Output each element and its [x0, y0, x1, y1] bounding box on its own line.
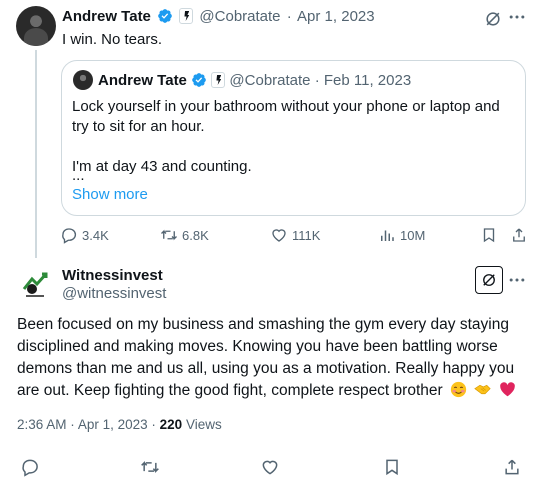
- verified-badge-icon[interactable]: [157, 8, 173, 24]
- like-button[interactable]: 111K: [270, 226, 320, 244]
- verified-badge-icon: [192, 73, 206, 87]
- smiling-face-emoji: [450, 381, 467, 398]
- views-icon: [381, 230, 394, 241]
- share-icon: [505, 459, 519, 475]
- like-icon: [272, 229, 286, 242]
- tweet-text: I win. No tears.: [62, 31, 163, 48]
- views-button[interactable]: 10M: [378, 226, 425, 244]
- witnessinvest-logo: [22, 272, 48, 297]
- quoted-author-handle: @Cobratate: [229, 72, 311, 89]
- bookmark-icon: [386, 459, 398, 476]
- reply-author-avatar[interactable]: [18, 267, 52, 301]
- views-label: Views: [185, 417, 222, 432]
- more-icon[interactable]: [507, 270, 527, 290]
- grok-icon[interactable]: [483, 9, 503, 29]
- reply-author-name[interactable]: Witnessinvest: [62, 267, 163, 284]
- reply-button[interactable]: [20, 457, 40, 477]
- reply-button[interactable]: 3.4K: [60, 226, 109, 244]
- reply-text-container: Been focused on my business and smashing…: [17, 314, 527, 402]
- reply-icon: [22, 459, 38, 477]
- reply-icon: [62, 228, 77, 244]
- like-button[interactable]: [260, 457, 280, 477]
- header-separator: ·: [314, 72, 320, 89]
- affiliate-badge-icon[interactable]: [179, 8, 194, 24]
- reply-meta: 2:36 AM · Apr 1, 2023 · 220 Views: [17, 417, 222, 432]
- header-separator: ·: [286, 8, 292, 25]
- repost-icon: [161, 229, 177, 241]
- quoted-text-paragraph-2: I'm at day 43 and counting.: [72, 158, 252, 175]
- repost-button[interactable]: 6.8K: [160, 226, 209, 244]
- affiliate-badge-icon: [211, 72, 226, 88]
- reply-action-bar: [20, 457, 525, 479]
- bookmark-icon: [483, 228, 495, 243]
- repost-button[interactable]: [140, 457, 160, 477]
- share-button[interactable]: [502, 457, 522, 477]
- quoted-author-name: Andrew Tate: [98, 72, 187, 89]
- red-heart-emoji: [499, 382, 515, 397]
- show-more-link[interactable]: Show more: [72, 186, 148, 203]
- reply-text: Been focused on my business and smashing…: [17, 316, 515, 399]
- quoted-tweet-header: Andrew Tate @Cobratate · Feb 11, 2023: [98, 72, 411, 89]
- grok-icon: [483, 274, 495, 286]
- thread-connector-line: [35, 50, 37, 258]
- reply-date[interactable]: Apr 1, 2023: [78, 417, 148, 432]
- meta-separator: ·: [151, 417, 156, 432]
- bookmark-button[interactable]: [382, 457, 402, 477]
- grok-button[interactable]: [475, 266, 503, 294]
- reply-view-count: 220: [159, 417, 183, 432]
- author-handle[interactable]: @Cobratate: [199, 8, 280, 25]
- meta-separator: ·: [70, 417, 75, 432]
- repost-count: 6.8K: [182, 227, 209, 243]
- view-count: 10M: [400, 227, 426, 243]
- like-icon: [262, 460, 278, 475]
- reply-count: 3.4K: [82, 227, 109, 243]
- quoted-tweet-text: Lock yourself in your bathroom without y…: [72, 97, 517, 197]
- tweet-date[interactable]: Apr 1, 2023: [297, 8, 375, 25]
- reply-time[interactable]: 2:36 AM: [17, 417, 67, 432]
- quoted-text-ellipsis: ...: [72, 167, 85, 184]
- handshake-emoji: [474, 384, 491, 395]
- author-name[interactable]: Andrew Tate: [62, 8, 151, 25]
- share-button[interactable]: [510, 226, 528, 244]
- like-count: 111K: [292, 227, 321, 243]
- repost-icon: [141, 461, 159, 473]
- tweet-header: Andrew Tate @Cobratate · Apr 1, 2023: [62, 8, 377, 25]
- bookmark-button[interactable]: [480, 226, 498, 244]
- share-icon: [513, 228, 525, 242]
- tweet-action-bar: 3.4K 6.8K 111K 10M: [60, 226, 530, 246]
- quoted-text-paragraph-1: Lock yourself in your bathroom without y…: [72, 98, 500, 135]
- quoted-tweet-date: Feb 11, 2023: [323, 72, 412, 89]
- reply-author-handle[interactable]: @witnessinvest: [62, 285, 166, 302]
- more-icon[interactable]: [507, 7, 527, 27]
- quoted-author-avatar: [73, 70, 93, 90]
- author-avatar[interactable]: [16, 6, 56, 46]
